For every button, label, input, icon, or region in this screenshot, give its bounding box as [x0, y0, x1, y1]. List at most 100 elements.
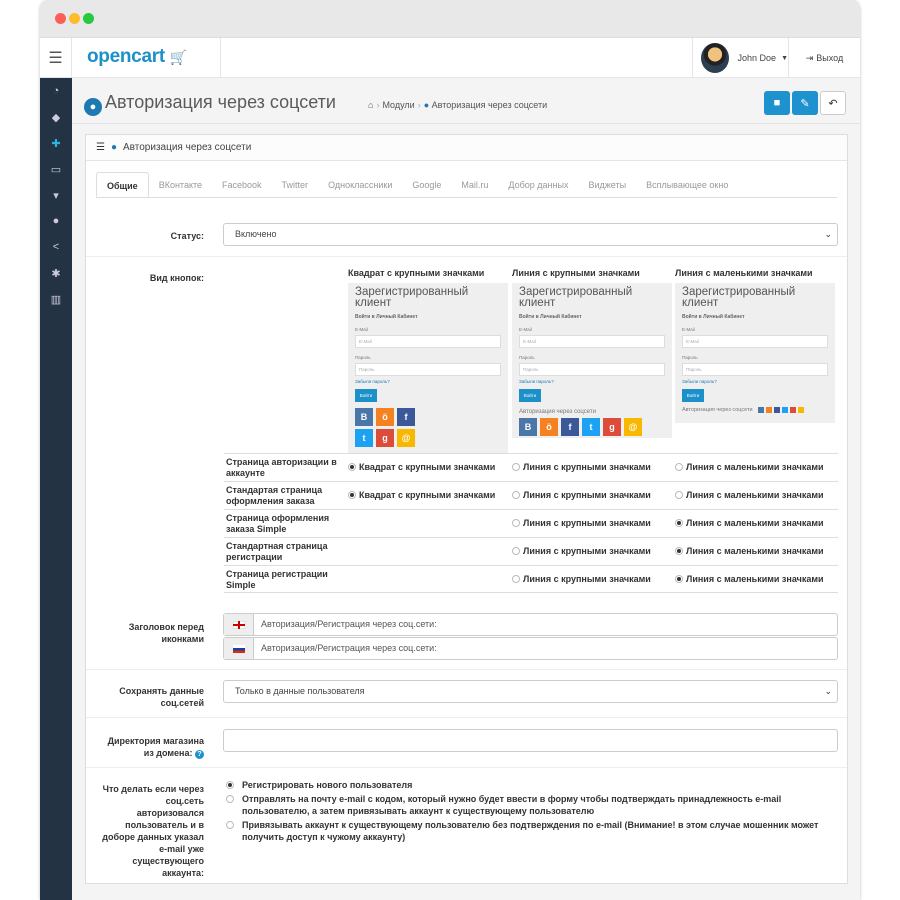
radio-line-small[interactable]: Линия с маленькими значками — [675, 518, 824, 528]
vk-icon: B — [355, 408, 373, 426]
save-data-label: Сохранять данные соц.сетей — [119, 686, 204, 708]
radio-unchecked — [512, 463, 520, 471]
logout-button[interactable]: ⇥ Выход — [788, 38, 860, 78]
radio-square[interactable]: Квадрат с крупными значками — [348, 490, 495, 500]
gear-icon[interactable]: ✱ — [40, 260, 72, 286]
tab-extra-data[interactable]: Добор данных — [498, 172, 578, 197]
radio-line-small[interactable]: Линия с маленькими значками — [675, 462, 824, 472]
back-button[interactable]: ↶ — [820, 91, 846, 115]
cart-icon[interactable]: ▾ — [40, 182, 72, 208]
radio-unchecked — [512, 575, 520, 583]
user-menu[interactable]: John Doe ▼ — [691, 38, 788, 78]
tab-general[interactable]: Общие — [96, 172, 149, 197]
action-option-register[interactable]: Регистрировать нового пользователя — [224, 779, 839, 791]
row-label: Страница авторизации в аккаунте — [226, 457, 337, 478]
save-data-select[interactable]: Только в данные пользователя ⌄ — [223, 680, 838, 703]
radio-line-small[interactable]: Линия с маленькими значками — [675, 490, 824, 500]
radio-checked — [675, 575, 683, 583]
table-row: Стандартая страница оформления заказа Кв… — [224, 481, 838, 509]
share-icon[interactable]: < — [40, 234, 72, 260]
menu-toggle-icon[interactable]: ☰ — [40, 38, 72, 78]
action-buttons: ■ ✎ ↶ — [764, 91, 846, 115]
radio-unchecked — [226, 795, 234, 803]
column-header-square: Квадрат с крупными значками — [348, 268, 485, 278]
tab-mailru[interactable]: Mail.ru — [451, 172, 498, 197]
radio-line-large[interactable]: Линия с крупными значками — [512, 490, 651, 500]
radio-line-large[interactable]: Линия с крупными значками — [512, 462, 651, 472]
preview-email-label: E-Mail — [519, 327, 532, 332]
puzzle-icon[interactable]: ✚ — [40, 130, 72, 156]
breadcrumb-current[interactable]: Авторизация через соцсети — [432, 100, 547, 110]
monitor-icon[interactable]: ▭ — [40, 156, 72, 182]
tab-bar: Общие ВКонтакте Facebook Twitter Однокла… — [96, 172, 837, 198]
radio-square[interactable]: Квадрат с крупными значками — [348, 462, 495, 472]
main-content: ● Авторизация через соцсети ⌂ › Модули › ● Ав… — [72, 78, 860, 900]
twitter-icon — [781, 407, 788, 413]
status-value: Включено — [235, 229, 277, 239]
tab-google[interactable]: Google — [402, 172, 451, 197]
row-label: Стандартная страница регистрации — [226, 541, 328, 562]
help-icon[interactable]: ? — [195, 750, 204, 759]
preview-login-button: Войти — [682, 389, 704, 402]
minimize-dot[interactable] — [69, 13, 80, 24]
option-label: Линия с крупными значками — [523, 518, 651, 528]
radio-line-large[interactable]: Линия с крупными значками — [512, 518, 651, 528]
radio-line-small[interactable]: Линия с маленькими значками — [675, 574, 824, 584]
logo[interactable]: opencart 🛒 — [87, 46, 187, 68]
ok-icon: ö — [376, 408, 394, 426]
action-option-bind[interactable]: Привязывать аккаунт к существующему поль… — [224, 819, 839, 843]
action-option-email-confirm[interactable]: Отправлять на почту e-mail с кодом, кото… — [224, 793, 839, 817]
option-label: Линия с крупными значками — [523, 462, 651, 472]
heading-input-ru[interactable]: Авторизация/Регистрация через соц.сети: — [223, 637, 838, 660]
user-icon[interactable]: ● — [40, 208, 72, 234]
divider — [86, 717, 847, 718]
dashboard-icon[interactable]: ◔ — [40, 78, 72, 104]
panel-heading: ☰ ● Авторизация через соцсети — [86, 135, 847, 161]
ok-icon: ö — [540, 418, 558, 436]
preview-social-label: Авторизация через соцсети — [682, 407, 753, 413]
radio-checked — [226, 781, 234, 789]
tab-widgets[interactable]: Виджеты — [578, 172, 636, 197]
maximize-dot[interactable] — [83, 13, 94, 24]
column-header-line-large: Линия с крупными значками — [512, 268, 640, 278]
facebook-icon: f — [397, 408, 415, 426]
radio-line-large[interactable]: Линия с крупными значками — [512, 574, 651, 584]
column-header-line-small: Линия с маленькими значками — [675, 268, 813, 278]
status-select[interactable]: Включено ⌄ — [223, 223, 838, 246]
radio-checked — [675, 547, 683, 555]
tab-odnoklassniki[interactable]: Одноклассники — [318, 172, 402, 197]
bar-chart-icon[interactable]: ▥ — [40, 286, 72, 312]
tab-twitter[interactable]: Twitter — [272, 172, 319, 197]
buttons-view-label: Вид кнопок: — [149, 273, 204, 283]
radio-line-small[interactable]: Линия с маленькими значками — [675, 546, 824, 556]
preview-title: Зарегистрированный клиент — [355, 286, 469, 309]
browser-window: ☰ opencart 🛒 John Doe ▼ ⇥ Выход ◔ ◆ ✚ ▭ ▾… — [40, 0, 860, 900]
preview-social-icons: B ö f t g @ — [519, 418, 669, 436]
preview-email-input: E-Mail — [519, 335, 665, 348]
preview-subtitle: Войти в Личный Кабинет — [355, 314, 418, 320]
tab-popup[interactable]: Всплывающее окно — [636, 172, 738, 197]
twitter-icon: t — [355, 429, 373, 447]
table-row: Стандартная страница регистрации Линия с… — [224, 537, 838, 565]
tab-vkontakte[interactable]: ВКонтакте — [149, 172, 212, 197]
close-dot[interactable] — [55, 13, 66, 24]
preview-social-icons: B ö f t g @ — [355, 408, 419, 447]
home-icon[interactable]: ⌂ — [368, 100, 373, 110]
tab-facebook[interactable]: Facebook — [212, 172, 272, 197]
breadcrumb-modules[interactable]: Модули — [382, 100, 414, 110]
option-label: Линия с маленькими значками — [686, 546, 824, 556]
save-button[interactable]: ■ — [764, 91, 790, 115]
option-label: Линия с крупными значками — [523, 546, 651, 556]
heading-input-en[interactable]: Авторизация/Регистрация через соц.сети: — [223, 613, 838, 636]
preview-login-button: Войти — [355, 389, 377, 402]
sidebar: ◔ ◆ ✚ ▭ ▾ ● < ✱ ▥ — [40, 78, 72, 900]
shop-dir-input[interactable] — [223, 729, 838, 752]
facebook-icon: f — [561, 418, 579, 436]
option-label: Квадрат с крупными значками — [359, 462, 496, 472]
tags-icon[interactable]: ◆ — [40, 104, 72, 130]
row-label: Стандартая страница оформления заказа — [226, 485, 323, 506]
radio-checked — [348, 463, 356, 471]
preview-email-label: E-Mail — [355, 327, 368, 332]
radio-line-large[interactable]: Линия с крупными значками — [512, 546, 651, 556]
edit-button[interactable]: ✎ — [792, 91, 818, 115]
